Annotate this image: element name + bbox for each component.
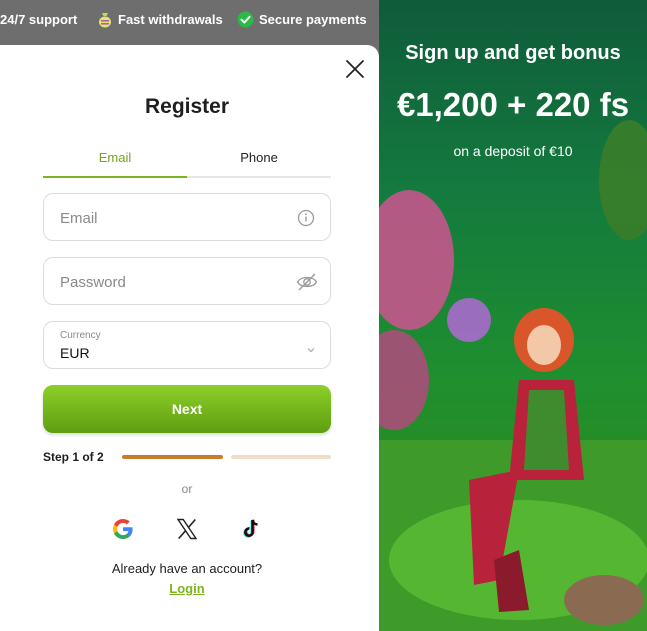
- email-input[interactable]: [60, 207, 280, 229]
- tab-email[interactable]: Email: [43, 146, 187, 178]
- secure-label: Secure payments: [259, 11, 367, 27]
- register-modal: Register Email Phone Currency EUR: [0, 45, 379, 631]
- or-divider: or: [181, 482, 193, 496]
- support-label: 24/7 support: [0, 11, 78, 27]
- register-tabs: Email Phone: [43, 146, 331, 178]
- eye-off-icon[interactable]: [296, 272, 318, 292]
- next-button[interactable]: Next: [43, 385, 331, 433]
- info-icon[interactable]: [296, 208, 316, 228]
- modal-title: Register: [144, 95, 230, 118]
- google-icon[interactable]: [111, 517, 135, 541]
- secure-badge: Secure payments: [237, 10, 367, 28]
- chevron-down-icon: [306, 341, 316, 353]
- promo-amount: €1,200 + 220 fs: [396, 86, 630, 123]
- money-bag-icon: [96, 11, 113, 28]
- already-have-account-text: Already have an account?: [111, 561, 263, 576]
- top-info-bar: 24/7 support Fast withdrawals Secure pay…: [0, 0, 380, 45]
- step-progress-done: [122, 455, 223, 459]
- step-indicator: Step 1 of 2: [43, 450, 104, 464]
- email-field[interactable]: [43, 193, 331, 241]
- promo-banner: Sign up and get bonus €1,200 + 220 fs on…: [379, 0, 647, 631]
- tiktok-icon[interactable]: [239, 517, 263, 541]
- withdrawals-badge: Fast withdrawals: [96, 10, 223, 28]
- promo-subline: on a deposit of €10: [453, 143, 573, 159]
- currency-select[interactable]: Currency EUR: [43, 321, 331, 369]
- login-link[interactable]: Login: [0, 581, 374, 596]
- currency-label: Currency: [60, 330, 101, 341]
- promo-headline: Sign up and get bonus: [405, 42, 621, 64]
- tab-phone[interactable]: Phone: [187, 146, 331, 178]
- check-circle-icon: [237, 11, 254, 28]
- x-icon[interactable]: [175, 517, 199, 541]
- password-field[interactable]: [43, 257, 331, 305]
- support-badge: 24/7 support: [0, 10, 77, 28]
- currency-value: EUR: [60, 345, 90, 361]
- close-icon[interactable]: [344, 58, 366, 80]
- step-progress-remaining: [231, 455, 331, 459]
- password-input[interactable]: [60, 271, 280, 293]
- withdrawals-label: Fast withdrawals: [118, 11, 223, 27]
